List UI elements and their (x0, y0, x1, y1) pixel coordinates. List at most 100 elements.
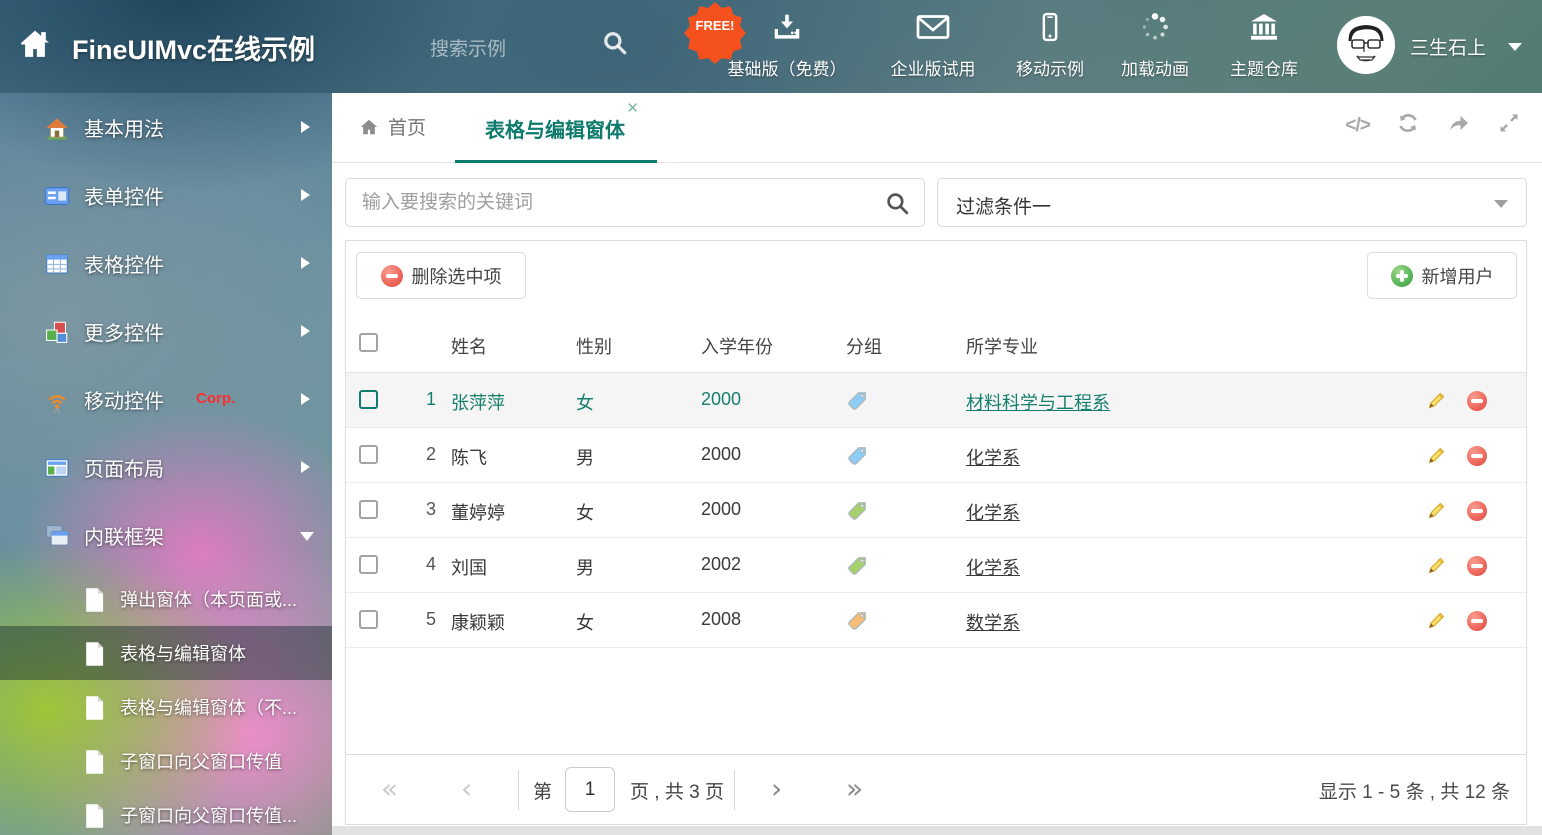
sidebar-subitem-grid-edit-window[interactable]: 表格与编辑窗体 (0, 626, 332, 680)
search-icon[interactable] (602, 30, 628, 61)
cubes-icon (44, 319, 70, 350)
file-icon (82, 587, 106, 618)
pagination-bar: « ‹ 第 页 , 共 3 页 › » 显示 1 - 5 条 , 共 12 条 (346, 754, 1526, 824)
column-header-major[interactable]: 所学专业 (966, 333, 1038, 359)
plus-icon (1391, 265, 1413, 287)
filter-select-value: 过滤条件一 (956, 192, 1051, 219)
edit-icon[interactable] (1426, 390, 1447, 416)
user-menu[interactable]: 三生石上 (1410, 33, 1486, 60)
row-checkbox[interactable] (359, 610, 378, 629)
house-icon (44, 115, 70, 146)
row-checkbox[interactable] (359, 390, 378, 409)
sidebar-item-mobile-controls[interactable]: 移动控件 Corp. (0, 365, 332, 433)
chevron-down-icon[interactable] (1508, 43, 1522, 51)
filter-select[interactable]: 过滤条件一 (937, 178, 1527, 227)
last-page-button[interactable]: » (846, 772, 863, 806)
grid-panel: 删除选中项 新增用户 姓名 性别 入学年份 分组 所学专业 1 张萍萍 女 20… (345, 240, 1527, 825)
sidebar-item-form-controls[interactable]: 表单控件 (0, 161, 332, 229)
prev-page-button[interactable]: ‹ (461, 772, 472, 806)
close-icon[interactable]: ✕ (626, 99, 639, 117)
layout-icon (44, 455, 70, 486)
sidebar-subitem-grid-edit-window-2[interactable]: 表格与编辑窗体（不... (0, 680, 332, 734)
major-link[interactable]: 数学系 (966, 613, 1020, 633)
sidebar-item-grid-controls[interactable]: 表格控件 (0, 229, 332, 297)
home-icon[interactable] (16, 26, 54, 65)
nav-theme-repo[interactable]: 主题仓库 (1199, 12, 1329, 80)
delete-selected-button[interactable]: 删除选中项 (356, 252, 526, 299)
chevron-right-icon (301, 393, 310, 405)
sidebar-subitem-child-to-parent[interactable]: 子窗口向父窗口传值 (0, 734, 332, 788)
sidebar-item-basic-usage[interactable]: 基本用法 (0, 93, 332, 161)
table-row[interactable]: 2 陈飞 男 2000 化学系 (346, 428, 1526, 483)
page-label-suffix: 页 , 共 3 页 (630, 777, 724, 804)
sidebar-item-page-layout[interactable]: 页面布局 (0, 433, 332, 501)
table-row[interactable]: 4 刘国 男 2002 化学系 (346, 538, 1526, 593)
next-page-button[interactable]: › (771, 772, 782, 806)
corp-tag: Corp. (196, 390, 235, 407)
column-header-group[interactable]: 分组 (846, 333, 882, 359)
major-link[interactable]: 材料科学与工程系 (966, 393, 1110, 413)
delete-icon[interactable] (1467, 445, 1487, 466)
refresh-icon[interactable] (1391, 111, 1425, 140)
sidebar-item-more-controls[interactable]: 更多控件 (0, 297, 332, 365)
file-icon (82, 803, 106, 834)
delete-icon[interactable] (1467, 390, 1487, 411)
column-header-year[interactable]: 入学年份 (701, 333, 773, 359)
major-link[interactable]: 化学系 (966, 448, 1020, 468)
chevron-down-icon (300, 532, 314, 541)
tag-icon (846, 390, 868, 417)
keyword-search-input[interactable] (362, 179, 872, 226)
home-icon (358, 117, 380, 137)
view-source-icon[interactable]: </> (1341, 115, 1375, 137)
chevron-right-icon (301, 121, 310, 133)
delete-icon[interactable] (1467, 610, 1487, 631)
expand-icon[interactable] (1492, 111, 1526, 140)
delete-icon[interactable] (1467, 500, 1487, 521)
spinner-icon (1140, 29, 1170, 46)
page-number-input[interactable] (565, 767, 615, 812)
column-header-name[interactable]: 姓名 (451, 333, 487, 359)
table-header: 姓名 性别 入学年份 分组 所学专业 (346, 316, 1526, 373)
avatar[interactable] (1337, 16, 1395, 74)
column-header-gender[interactable]: 性别 (576, 333, 612, 359)
tab-grid-edit-window[interactable]: 表格与编辑窗体 ✕ (455, 93, 657, 163)
sidebar-subitem-popup-window[interactable]: 弹出窗体（本页面或... (0, 572, 332, 626)
form-icon (44, 183, 70, 214)
content-footer-strip (332, 826, 1542, 835)
app-title: FineUIMvc在线示例 (72, 28, 315, 67)
major-link[interactable]: 化学系 (966, 558, 1020, 578)
row-checkbox[interactable] (359, 555, 378, 574)
wireless-icon (44, 387, 70, 418)
nav-enterprise-trial[interactable]: 企业版试用 (868, 12, 998, 80)
tag-icon (846, 445, 868, 472)
sidebar-subitem-child-to-parent-2[interactable]: 子窗口向父窗口传值... (0, 788, 332, 835)
page-label-prefix: 第 (533, 777, 552, 804)
first-page-button[interactable]: « (381, 772, 398, 806)
search-icon[interactable] (885, 191, 910, 221)
file-icon (82, 695, 106, 726)
tab-home[interactable]: 首页 (358, 113, 426, 140)
header-search-input[interactable]: 搜索示例 (430, 34, 506, 61)
major-link[interactable]: 化学系 (966, 503, 1020, 523)
tab-toolbar: </> (1329, 111, 1526, 140)
main-content: 首页 表格与编辑窗体 ✕ </> 过滤条件一 (332, 93, 1542, 835)
row-checkbox[interactable] (359, 500, 378, 519)
add-user-button[interactable]: 新增用户 (1367, 252, 1517, 299)
mail-icon (915, 29, 951, 46)
chevron-right-icon (301, 257, 310, 269)
select-all-checkbox[interactable] (359, 333, 378, 352)
nav-label: 基础版（免费） (722, 55, 852, 80)
row-checkbox[interactable] (359, 445, 378, 464)
nav-label: 主题仓库 (1199, 55, 1329, 80)
edit-icon[interactable] (1426, 445, 1447, 471)
sidebar-item-iframe[interactable]: 内联框架 (0, 501, 332, 569)
edit-icon[interactable] (1426, 610, 1447, 636)
share-icon[interactable] (1442, 111, 1476, 140)
table-row[interactable]: 1 张萍萍 女 2000 材料科学与工程系 (346, 373, 1526, 428)
delete-icon[interactable] (1467, 555, 1487, 576)
edit-icon[interactable] (1426, 555, 1447, 581)
nav-basic-edition[interactable]: 基础版（免费） (722, 12, 852, 80)
table-row[interactable]: 5 康颖颖 女 2008 数学系 (346, 593, 1526, 648)
table-row[interactable]: 3 董婷婷 女 2000 化学系 (346, 483, 1526, 538)
edit-icon[interactable] (1426, 500, 1447, 526)
